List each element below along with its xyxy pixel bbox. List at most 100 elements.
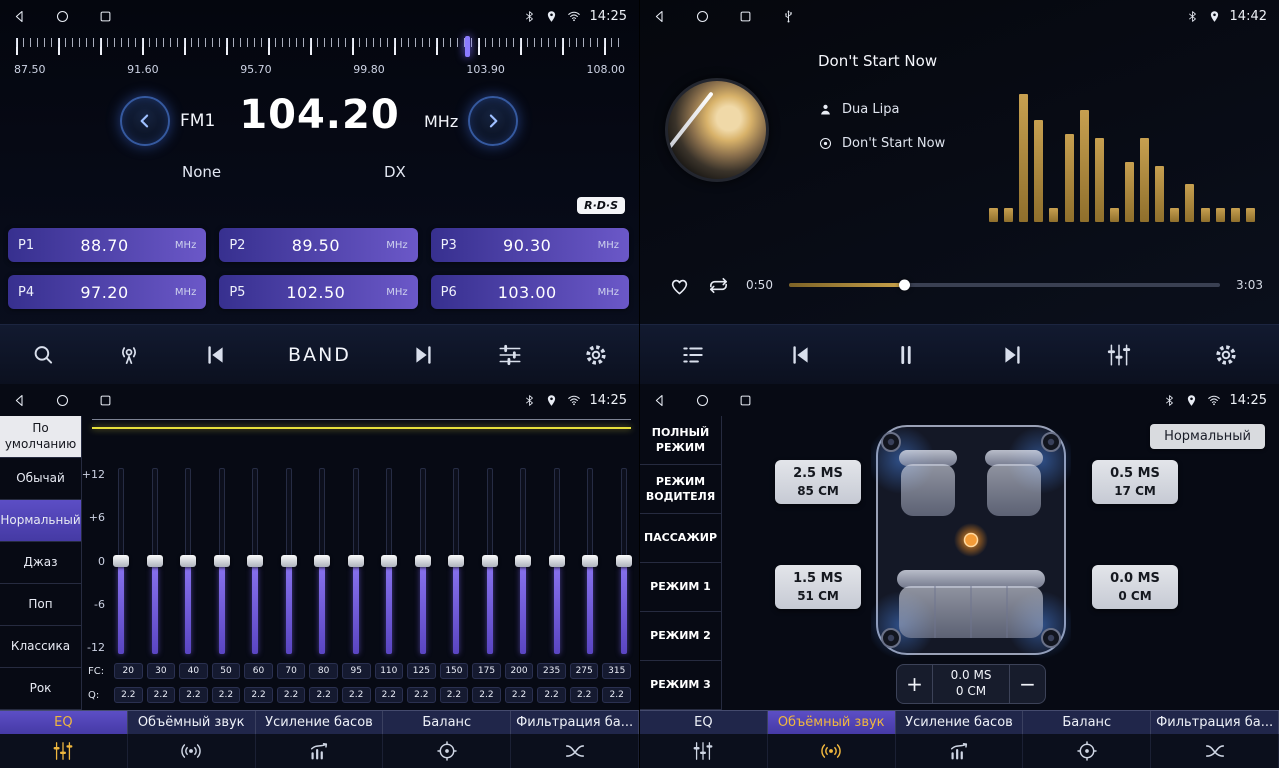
nav-back-icon[interactable] <box>12 393 27 408</box>
bass-boost-tab-icon[interactable] <box>256 734 384 768</box>
nav-back-icon[interactable] <box>652 393 667 408</box>
next-track-icon[interactable] <box>1000 342 1026 368</box>
eq-slider-handle[interactable] <box>616 555 632 567</box>
mode-full[interactable]: ПОЛНЫЙ РЕЖИМ <box>640 416 721 465</box>
surround-tab-icon[interactable] <box>128 734 256 768</box>
preset-normal-button[interactable]: Нормальный <box>1150 424 1265 449</box>
mode-3[interactable]: РЕЖИМ 3 <box>640 661 721 710</box>
q-value[interactable]: 2.2 <box>407 687 436 703</box>
equalizer-icon[interactable] <box>1106 342 1132 368</box>
equalizer-icon[interactable] <box>497 342 523 368</box>
tab-balance[interactable]: Баланс <box>1023 711 1151 734</box>
delay-rear-left[interactable]: 1.5 MS 51 CM <box>775 565 861 609</box>
eq-slider-handle[interactable] <box>381 555 397 567</box>
delay-rear-right[interactable]: 0.0 MS 0 CM <box>1092 565 1178 609</box>
fc-value[interactable]: 60 <box>244 663 273 679</box>
q-value[interactable]: 2.2 <box>570 687 599 703</box>
eq-band-slider[interactable] <box>347 468 365 654</box>
nav-back-icon[interactable] <box>652 9 667 24</box>
q-value[interactable]: 2.2 <box>342 687 371 703</box>
eq-band-slider[interactable] <box>548 468 566 654</box>
eq-band-slider[interactable] <box>514 468 532 654</box>
q-value[interactable]: 2.2 <box>309 687 338 703</box>
fc-value[interactable]: 40 <box>179 663 208 679</box>
eq-preset-classic[interactable]: Классика <box>0 626 81 668</box>
fc-value[interactable]: 110 <box>375 663 404 679</box>
eq-tab-icon[interactable] <box>640 734 768 768</box>
eq-slider-handle[interactable] <box>281 555 297 567</box>
eq-preset-pop[interactable]: Поп <box>0 584 81 626</box>
eq-band-slider[interactable] <box>481 468 499 654</box>
progress-thumb[interactable] <box>899 280 910 291</box>
bass-boost-tab-icon[interactable] <box>896 734 1024 768</box>
surround-tab-icon[interactable] <box>768 734 896 768</box>
tune-up-button[interactable] <box>468 96 518 146</box>
fc-value[interactable]: 70 <box>277 663 306 679</box>
scan-icon[interactable] <box>30 342 56 368</box>
q-value[interactable]: 2.2 <box>602 687 631 703</box>
broadcast-icon[interactable] <box>116 342 142 368</box>
balance-tab-icon[interactable] <box>383 734 511 768</box>
q-value[interactable]: 2.2 <box>277 687 306 703</box>
eq-preset-default[interactable]: По умолчанию <box>0 416 81 458</box>
nav-back-icon[interactable] <box>12 9 27 24</box>
eq-slider-handle[interactable] <box>582 555 598 567</box>
nav-home-icon[interactable] <box>55 9 70 24</box>
q-value[interactable]: 2.2 <box>505 687 534 703</box>
tab-filter[interactable]: Фильтрация ба... <box>511 711 639 734</box>
q-value[interactable]: 2.2 <box>179 687 208 703</box>
eq-slider-handle[interactable] <box>482 555 498 567</box>
progress-bar[interactable] <box>789 283 1220 287</box>
tab-surround[interactable]: Объёмный звук <box>128 711 256 734</box>
nav-recents-icon[interactable] <box>98 9 113 24</box>
preset-p4[interactable]: P4 97.20 MHz <box>8 275 206 309</box>
preset-p3[interactable]: P3 90.30 MHz <box>431 228 629 262</box>
eq-band-slider[interactable] <box>414 468 432 654</box>
settings-gear-icon[interactable] <box>1213 342 1239 368</box>
delay-front-left[interactable]: 2.5 MS 85 CM <box>775 460 861 504</box>
decrease-delay-button[interactable]: − <box>1009 665 1045 703</box>
eq-slider-handle[interactable] <box>214 555 230 567</box>
preset-p2[interactable]: P2 89.50 MHz <box>219 228 417 262</box>
frequency-ruler[interactable] <box>16 38 623 56</box>
fc-value[interactable]: 235 <box>537 663 566 679</box>
eq-slider-handle[interactable] <box>247 555 263 567</box>
q-value[interactable]: 2.2 <box>537 687 566 703</box>
balance-tab-icon[interactable] <box>1023 734 1151 768</box>
mode-1[interactable]: РЕЖИМ 1 <box>640 563 721 612</box>
fc-value[interactable]: 275 <box>570 663 599 679</box>
eq-band-slider[interactable] <box>447 468 465 654</box>
tab-bass-boost[interactable]: Усиление басов <box>896 711 1024 734</box>
next-station-icon[interactable] <box>411 342 437 368</box>
nav-recents-icon[interactable] <box>738 393 753 408</box>
nav-home-icon[interactable] <box>695 9 710 24</box>
eq-band-slider[interactable] <box>615 468 633 654</box>
q-value[interactable]: 2.2 <box>375 687 404 703</box>
preset-p5[interactable]: P5 102.50 MHz <box>219 275 417 309</box>
eq-slider-handle[interactable] <box>180 555 196 567</box>
tab-filter[interactable]: Фильтрация ба... <box>1151 711 1279 734</box>
eq-band-slider[interactable] <box>380 468 398 654</box>
increase-delay-button[interactable]: + <box>897 665 933 703</box>
favorite-heart-icon[interactable] <box>668 274 691 297</box>
q-value[interactable]: 2.2 <box>472 687 501 703</box>
pause-icon[interactable] <box>893 342 919 368</box>
eq-band-slider[interactable] <box>581 468 599 654</box>
tab-eq[interactable]: EQ <box>640 711 768 734</box>
eq-preset-jazz[interactable]: Джаз <box>0 542 81 584</box>
q-value[interactable]: 2.2 <box>114 687 143 703</box>
eq-preset-rock[interactable]: Рок <box>0 668 81 710</box>
eq-slider-handle[interactable] <box>147 555 163 567</box>
eq-slider-handle[interactable] <box>314 555 330 567</box>
band-button[interactable]: BAND <box>288 344 351 366</box>
eq-band-slider[interactable] <box>213 468 231 654</box>
previous-track-icon[interactable] <box>787 342 813 368</box>
preset-p6[interactable]: P6 103.00 MHz <box>431 275 629 309</box>
eq-band-slider[interactable] <box>146 468 164 654</box>
eq-band-slider[interactable] <box>179 468 197 654</box>
fc-value[interactable]: 200 <box>505 663 534 679</box>
q-value[interactable]: 2.2 <box>212 687 241 703</box>
eq-slider-handle[interactable] <box>415 555 431 567</box>
eq-preset-custom[interactable]: Обычай <box>0 458 81 500</box>
nav-recents-icon[interactable] <box>98 393 113 408</box>
